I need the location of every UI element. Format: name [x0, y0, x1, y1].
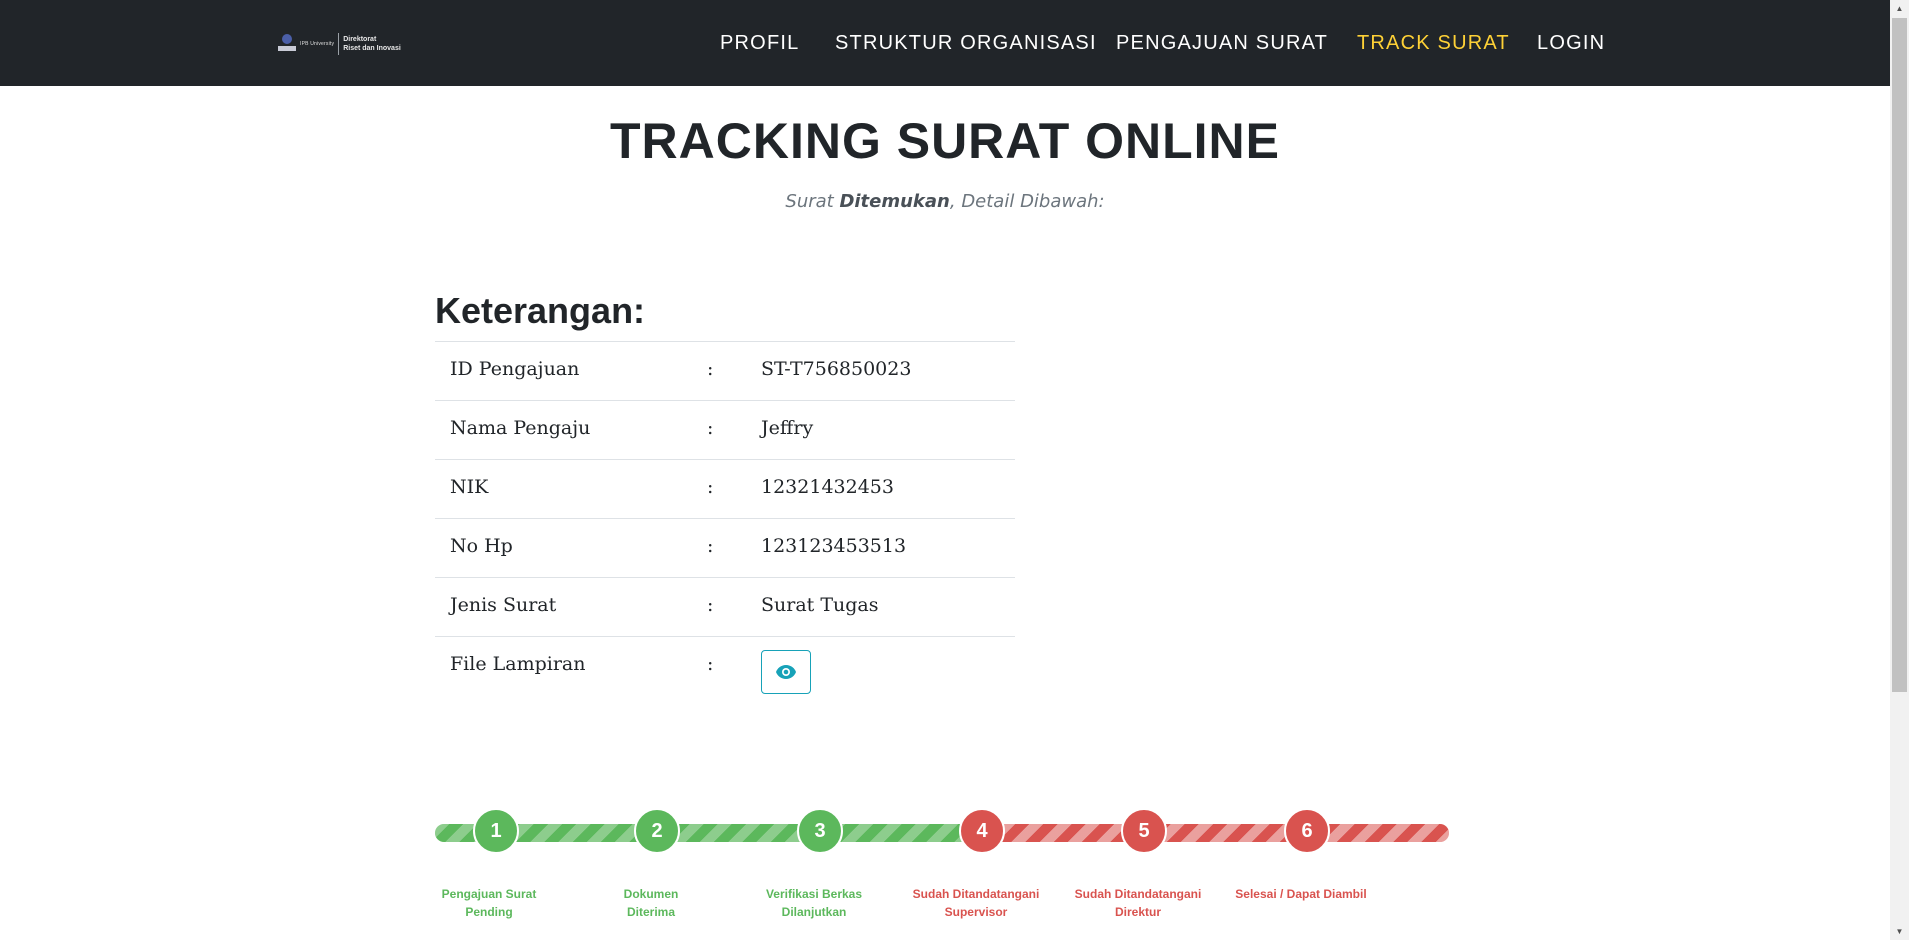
- step-label-line: Dokumen: [623, 887, 679, 901]
- scroll-down-arrow-icon[interactable]: ▼: [1890, 923, 1909, 940]
- scroll-up-arrow-icon[interactable]: ▲: [1890, 0, 1909, 17]
- detail-row-file-lampiran: File Lampiran :: [435, 637, 1015, 709]
- details-heading: Keterangan:: [435, 290, 646, 331]
- step-label-line: Dilanjutkan: [781, 905, 847, 919]
- subtitle-suffix: , Detail Dibawah:: [949, 191, 1105, 212]
- main-nav: PROFIL STRUKTUR ORGANISASI PENGAJUAN SUR…: [0, 28, 1890, 58]
- navbar: IPB University Direktorat Riset dan Inov…: [0, 0, 1890, 86]
- detail-separator: :: [707, 535, 714, 557]
- progress-step-5: 5: [1121, 808, 1167, 854]
- progress-step-2: 2: [634, 808, 680, 854]
- scrollbar-thumb[interactable]: [1892, 18, 1907, 692]
- detail-row-jenis-surat: Jenis Surat : Surat Tugas: [435, 578, 1015, 637]
- step-label-line: Pengajuan Surat: [441, 887, 537, 901]
- step-label-6: Selesai / Dapat Diambil: [1226, 885, 1376, 903]
- page-title: TRACKING SURAT ONLINE: [609, 113, 1281, 169]
- step-label-line: Verifikasi Berkas: [765, 887, 863, 901]
- step-label-line: Sudah Ditandatangani: [1074, 887, 1202, 901]
- detail-label: Jenis Surat: [450, 594, 557, 616]
- nav-link-struktur-organisasi[interactable]: STRUKTUR ORGANISASI: [835, 28, 1097, 58]
- detail-separator: :: [707, 417, 714, 439]
- detail-row-nama-pengaju: Nama Pengaju : Jeffry: [435, 401, 1015, 460]
- detail-row-nik: NIK : 12321432453: [435, 460, 1015, 519]
- detail-separator: :: [707, 594, 714, 616]
- detail-value: ST-T756850023: [761, 358, 912, 380]
- nav-link-login[interactable]: LOGIN: [1537, 28, 1605, 58]
- step-label-line: Sudah Ditandatangani: [912, 887, 1040, 901]
- progress-step-1: 1: [473, 808, 519, 854]
- step-label-line: Diterima: [626, 905, 676, 919]
- nav-link-profil[interactable]: PROFIL: [720, 28, 799, 58]
- nav-link-track-surat[interactable]: TRACK SURAT: [1357, 28, 1510, 58]
- step-label-line: Supervisor: [944, 905, 1008, 919]
- detail-separator: :: [707, 476, 714, 498]
- detail-label: No Hp: [450, 535, 513, 557]
- step-label-4: Sudah Ditandatangani Supervisor: [901, 885, 1051, 921]
- detail-label: NIK: [450, 476, 489, 498]
- page-scrollbar[interactable]: ▲ ▼: [1890, 0, 1909, 940]
- details-table: ID Pengajuan : ST-T756850023 Nama Pengaj…: [435, 341, 1015, 709]
- progress-step-6: 6: [1284, 808, 1330, 854]
- detail-row-no-hp: No Hp : 123123453513: [435, 519, 1015, 578]
- progress-step-3: 3: [797, 808, 843, 854]
- eye-icon: [776, 665, 796, 679]
- nav-link-pengajuan-surat[interactable]: PENGAJUAN SURAT: [1116, 28, 1328, 58]
- detail-value: 123123453513: [761, 535, 907, 557]
- detail-separator: :: [707, 358, 714, 380]
- step-label-line: Selesai / Dapat Diambil: [1235, 887, 1367, 901]
- progress-completed-segment: [435, 824, 1001, 842]
- detail-separator: :: [707, 653, 714, 675]
- step-label-line: Pending: [465, 905, 513, 919]
- detail-row-id-pengajuan: ID Pengajuan : ST-T756850023: [435, 342, 1015, 401]
- detail-label: Nama Pengaju: [450, 417, 591, 439]
- detail-value: Jeffry: [761, 417, 814, 439]
- subtitle-status: Ditemukan: [839, 191, 950, 212]
- subtitle-prefix: Surat: [785, 191, 840, 212]
- view-attachment-button[interactable]: [761, 650, 811, 694]
- detail-label: ID Pengajuan: [450, 358, 580, 380]
- progress-remaining-segment: [1001, 824, 1449, 842]
- page-subtitle: Surat Ditemukan, Detail Dibawah:: [0, 191, 1890, 212]
- step-label-2: Dokumen Diterima: [576, 885, 726, 921]
- detail-value: Surat Tugas: [761, 594, 879, 616]
- detail-label: File Lampiran: [450, 653, 586, 675]
- step-label-1: Pengajuan Surat Pending: [414, 885, 564, 921]
- step-label-3: Verifikasi Berkas Dilanjutkan: [739, 885, 889, 921]
- step-label-line: Direktur: [1114, 905, 1161, 919]
- progress-step-4: 4: [959, 808, 1005, 854]
- step-label-5: Sudah Ditandatangani Direktur: [1063, 885, 1213, 921]
- detail-value: 12321432453: [761, 476, 894, 498]
